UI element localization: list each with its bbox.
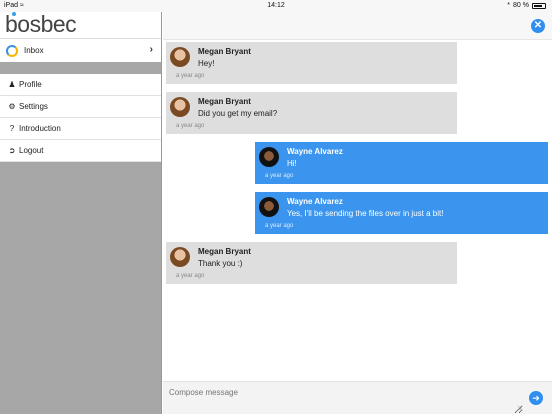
sidebar-item-introduction[interactable]: ? Introduction bbox=[0, 118, 161, 140]
resize-handle-icon[interactable]: ⇲ bbox=[517, 405, 522, 412]
close-button[interactable]: ✕ bbox=[531, 19, 545, 33]
message-text: Thank you :) bbox=[198, 259, 243, 268]
message-text: Hi! bbox=[287, 159, 297, 168]
sender-name: Wayne Alvarez bbox=[287, 147, 343, 156]
question-icon: ? bbox=[9, 124, 15, 133]
message-text: Yes, I'll be sending the files over in j… bbox=[287, 209, 444, 218]
inbox-icon bbox=[6, 44, 18, 57]
user-icon: ♟ bbox=[8, 80, 16, 89]
avatar bbox=[259, 197, 279, 217]
compose-bar: ⇲ ➜ bbox=[163, 381, 552, 414]
close-icon: ✕ bbox=[533, 20, 543, 31]
battery-icon bbox=[532, 2, 546, 9]
message-time: a year ago bbox=[176, 273, 205, 279]
sidebar-item-label: Profile bbox=[19, 80, 42, 89]
battery-fill bbox=[534, 4, 542, 7]
sidebar-item-label: Logout bbox=[19, 146, 44, 155]
conversation-header: ✕ bbox=[163, 12, 552, 40]
message-bubble: Wayne Alvarez Hi! a year ago bbox=[255, 142, 548, 184]
sender-name: Megan Bryant bbox=[198, 247, 251, 256]
arrow-right-icon: ➜ bbox=[532, 393, 540, 403]
send-button[interactable]: ➜ bbox=[529, 391, 543, 405]
logo-dot bbox=[12, 12, 16, 16]
sidebar: bosbec Inbox › ♟ Profile ⚙ Settings ? In… bbox=[0, 11, 162, 414]
conversation-panel: ✕ Megan Bryant Hey! a year ago Megan Bry… bbox=[163, 12, 552, 414]
status-indicators: * 80 % bbox=[507, 2, 546, 9]
sidebar-item-label: Settings bbox=[19, 102, 48, 111]
gear-icon: ⚙ bbox=[8, 102, 16, 111]
message-time: a year ago bbox=[265, 223, 294, 229]
avatar bbox=[170, 247, 190, 267]
sender-name: Wayne Alvarez bbox=[287, 197, 343, 206]
sender-name: Megan Bryant bbox=[198, 47, 251, 56]
status-bar: iPad ≈ 14:12 * 80 % bbox=[0, 0, 552, 12]
message-bubble: Megan Bryant Hey! a year ago bbox=[166, 42, 457, 84]
sidebar-item-profile[interactable]: ♟ Profile bbox=[0, 74, 161, 96]
sidebar-divider bbox=[0, 62, 161, 74]
message-time: a year ago bbox=[265, 173, 294, 179]
message-bubble: Megan Bryant Did you get my email? a yea… bbox=[166, 92, 457, 134]
sidebar-item-inbox[interactable]: Inbox › bbox=[0, 38, 161, 62]
message-bubble: Wayne Alvarez Yes, I'll be sending the f… bbox=[255, 192, 548, 234]
chevron-right-icon: › bbox=[149, 44, 153, 55]
sidebar-item-logout[interactable]: ➲ Logout bbox=[0, 140, 161, 162]
message-time: a year ago bbox=[176, 73, 205, 79]
message-time: a year ago bbox=[176, 123, 205, 129]
message-list: Megan Bryant Hey! a year ago Megan Bryan… bbox=[163, 41, 552, 381]
logout-icon: ➲ bbox=[8, 146, 16, 155]
battery-percent: 80 % bbox=[513, 2, 529, 9]
avatar bbox=[259, 147, 279, 167]
message-bubble: Megan Bryant Thank you :) a year ago bbox=[166, 242, 457, 284]
sender-name: Megan Bryant bbox=[198, 97, 251, 106]
message-text: Did you get my email? bbox=[198, 109, 278, 118]
logo-area: bosbec bbox=[0, 11, 161, 38]
message-text: Hey! bbox=[198, 59, 215, 68]
avatar bbox=[170, 47, 190, 67]
status-time: 14:12 bbox=[267, 2, 285, 9]
inbox-label: Inbox bbox=[24, 46, 44, 55]
bluetooth-icon: * bbox=[507, 2, 511, 9]
sidebar-item-settings[interactable]: ⚙ Settings bbox=[0, 96, 161, 118]
compose-input[interactable] bbox=[163, 382, 523, 414]
sidebar-item-label: Introduction bbox=[19, 124, 61, 133]
avatar bbox=[170, 97, 190, 117]
